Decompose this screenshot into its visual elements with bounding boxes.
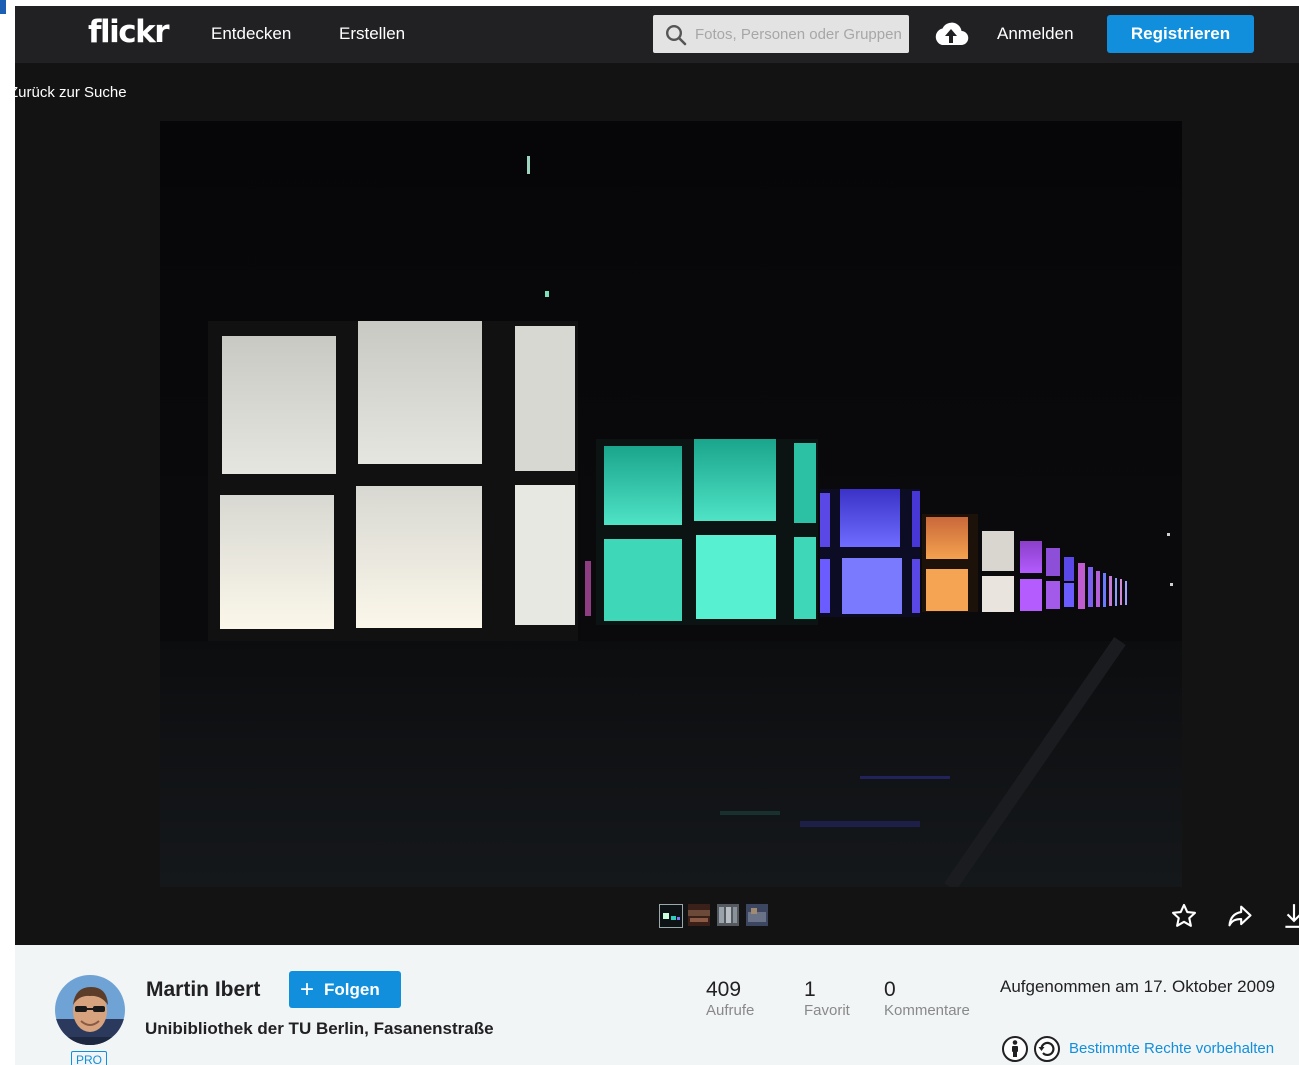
flickr-logo[interactable]: flickr bbox=[88, 14, 170, 50]
thumbnail[interactable] bbox=[688, 904, 710, 926]
search-icon[interactable] bbox=[665, 24, 687, 46]
license-icons[interactable] bbox=[1002, 1035, 1064, 1063]
share-icon[interactable] bbox=[1226, 902, 1254, 930]
thumbnail[interactable] bbox=[659, 904, 683, 928]
follow-button[interactable]: + Folgen bbox=[289, 971, 401, 1008]
download-icon[interactable] bbox=[1281, 902, 1299, 930]
date-taken: Aufgenommen am 17. Oktober 2009 bbox=[1000, 977, 1275, 996]
pro-badge: PRO bbox=[71, 1051, 107, 1065]
register-button[interactable]: Registrieren bbox=[1107, 15, 1254, 53]
upload-cloud-icon[interactable] bbox=[933, 19, 969, 47]
owner-name[interactable]: Martin Ibert bbox=[146, 978, 260, 1002]
window-corner-mark bbox=[0, 0, 6, 14]
views-stat: 409 Aufrufe bbox=[706, 978, 754, 1020]
favorites-stat: 1 Favorit bbox=[804, 978, 850, 1020]
star-icon[interactable] bbox=[1170, 902, 1198, 930]
photo-image bbox=[160, 156, 1182, 887]
back-to-search-link[interactable]: Zurück zur Suche bbox=[15, 84, 127, 101]
favorites-label: Favorit bbox=[804, 1002, 850, 1019]
top-navigation-bar: flickr Entdecken Erstellen Anmelden Regi… bbox=[15, 6, 1299, 63]
nav-create[interactable]: Erstellen bbox=[339, 24, 405, 44]
avatar[interactable] bbox=[55, 975, 125, 1045]
license-link[interactable]: Bestimmte Rechte vorbehalten bbox=[1069, 1040, 1274, 1057]
plus-icon: + bbox=[300, 976, 315, 1003]
photo-info-panel: PRO Martin Ibert + Folgen Unibibliothek … bbox=[15, 945, 1299, 1065]
attribution-icon bbox=[1002, 1036, 1028, 1062]
thumbnail[interactable] bbox=[717, 904, 739, 926]
nav-explore[interactable]: Entdecken bbox=[211, 24, 291, 44]
thumbnail[interactable] bbox=[746, 904, 768, 926]
comments-label: Kommentare bbox=[884, 1002, 970, 1019]
photo-page: flickr Entdecken Erstellen Anmelden Regi… bbox=[15, 6, 1299, 1065]
favorites-count: 1 bbox=[804, 978, 816, 1001]
photo-title: Unibibliothek der TU Berlin, Fasanenstra… bbox=[145, 1019, 494, 1038]
avatar-image bbox=[55, 975, 125, 1045]
follow-label: Folgen bbox=[324, 980, 380, 999]
views-label: Aufrufe bbox=[706, 1002, 755, 1019]
main-photo[interactable] bbox=[160, 121, 1182, 887]
share-alike-icon bbox=[1034, 1036, 1060, 1062]
search-box bbox=[653, 15, 909, 53]
login-link[interactable]: Anmelden bbox=[997, 24, 1074, 44]
comments-count: 0 bbox=[884, 978, 896, 1001]
views-count: 409 bbox=[706, 978, 742, 1001]
comments-stat: 0 Kommentare bbox=[884, 978, 970, 1020]
search-input[interactable] bbox=[695, 15, 905, 53]
